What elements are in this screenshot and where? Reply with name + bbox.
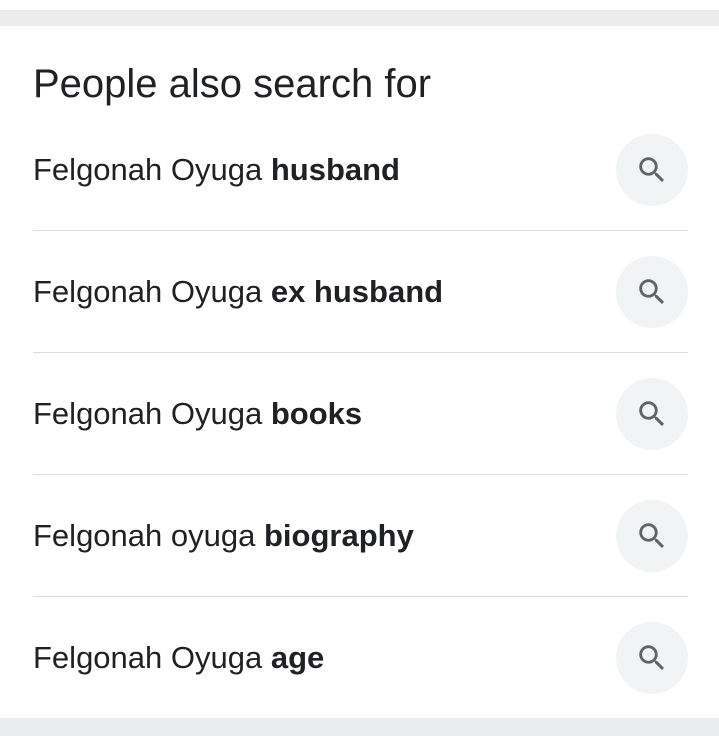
section-title: People also search for: [33, 62, 432, 106]
related-search-keyword: biography: [263, 517, 414, 553]
related-search-keyword: ex husband: [270, 273, 444, 309]
top-separator-bar: [0, 10, 719, 26]
search-button[interactable]: [616, 499, 688, 572]
related-search-item[interactable]: Felgonah Oyuga books: [33, 353, 688, 475]
search-icon: [639, 156, 665, 182]
related-search-item[interactable]: Felgonah Oyuga ex husband: [33, 231, 688, 353]
related-search-prefix: Felgonah Oyuga: [33, 395, 271, 431]
related-search-keyword: husband: [270, 151, 400, 187]
related-search-item[interactable]: Felgonah Oyuga husband: [33, 109, 688, 231]
related-search-keyword: books: [270, 395, 363, 431]
people-also-search-card: People also search for Felgonah Oyuga hu…: [0, 26, 719, 718]
search-icon: [639, 644, 665, 670]
related-search-prefix: Felgonah Oyuga: [33, 273, 271, 309]
search-icon: [639, 400, 665, 426]
bottom-separator: [0, 718, 719, 736]
related-search-label: Felgonah Oyuga books: [33, 396, 362, 432]
related-search-prefix: Felgonah Oyuga: [33, 639, 271, 675]
related-search-label: Felgonah oyuga biography: [33, 518, 414, 554]
search-icon: [639, 278, 665, 304]
related-search-prefix: Felgonah oyuga: [33, 517, 264, 553]
related-search-prefix: Felgonah Oyuga: [33, 151, 271, 187]
related-search-keyword: age: [270, 639, 325, 675]
search-button[interactable]: [616, 133, 688, 206]
related-search-item[interactable]: Felgonah Oyuga age: [33, 597, 688, 718]
search-button[interactable]: [616, 255, 688, 328]
related-search-label: Felgonah Oyuga husband: [33, 152, 400, 188]
search-button[interactable]: [616, 621, 688, 694]
related-search-item[interactable]: Felgonah oyuga biography: [33, 475, 688, 597]
related-searches-list: Felgonah Oyuga husband Felgonah Oyuga ex…: [33, 109, 688, 718]
search-icon: [639, 522, 665, 548]
search-button[interactable]: [616, 377, 688, 450]
related-search-label: Felgonah Oyuga ex husband: [33, 274, 443, 310]
top-separator: [0, 0, 719, 26]
related-search-label: Felgonah Oyuga age: [33, 640, 324, 676]
